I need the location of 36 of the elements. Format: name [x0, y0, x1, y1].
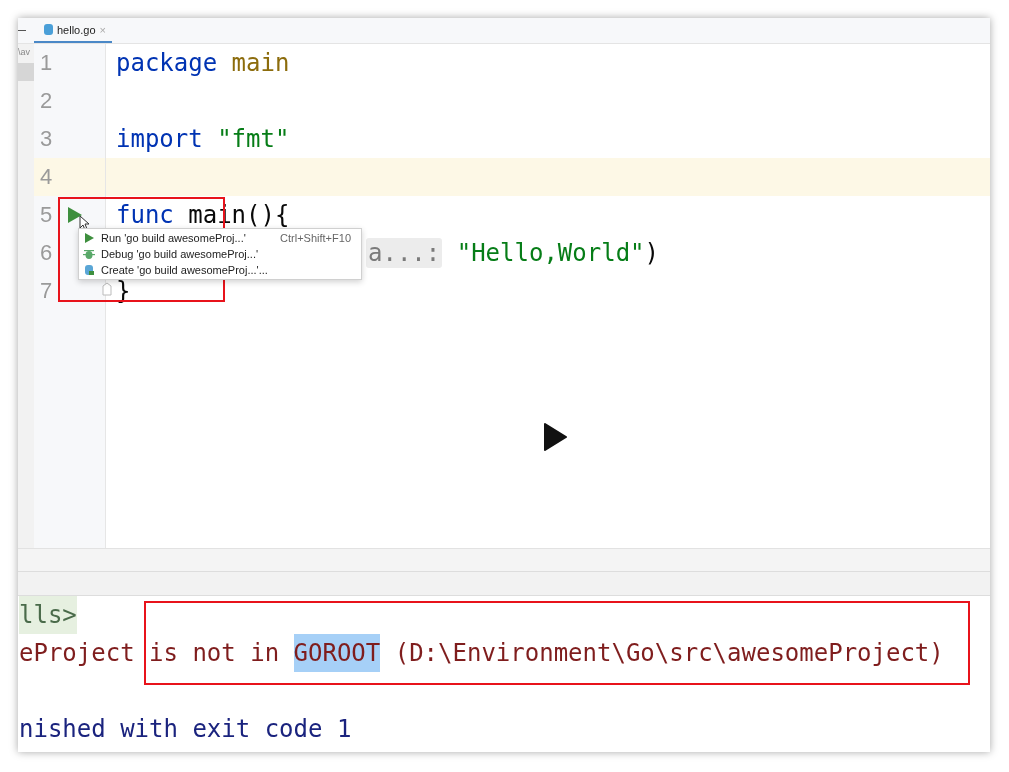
selected-text: GOROOT	[293, 634, 381, 672]
code-token: func	[116, 200, 174, 231]
code-token: main	[230, 48, 290, 79]
console-text: nished with exit code 1	[19, 714, 352, 745]
code-token: )	[644, 238, 659, 269]
line-number: 6	[39, 239, 54, 267]
parameter-hint: a...:	[366, 238, 443, 268]
menu-item[interactable]: Create 'go build awesomeProj...'...	[79, 262, 361, 278]
menu-item[interactable]: Debug 'go build awesomeProj...'	[79, 246, 361, 262]
run-icon	[83, 232, 95, 244]
code-token: "Hello,World"	[455, 238, 645, 269]
line-number: 3	[39, 125, 54, 153]
bug-icon	[83, 248, 95, 260]
tab-title: hello.go	[57, 23, 96, 36]
code-token: "fmt"	[216, 124, 290, 155]
run-gutter-icon[interactable]	[68, 207, 82, 223]
minimize-icon[interactable]	[18, 30, 26, 31]
console-text: eProject	[19, 638, 136, 669]
panel-row-highlight	[18, 63, 34, 81]
line-number: 5	[39, 201, 54, 229]
line-number: 4	[39, 163, 54, 191]
line-number: 1	[39, 49, 54, 77]
fold-icon[interactable]	[102, 282, 112, 296]
console-text: (D:\Environment\Go\src\awesomeProject)	[393, 638, 944, 669]
console-text: is not in	[149, 638, 281, 669]
side-panel-text: \av	[18, 47, 31, 57]
go-file-icon	[44, 24, 53, 35]
console-text: lls>	[19, 596, 77, 634]
play-icon[interactable]	[543, 423, 567, 451]
code-token: import	[116, 124, 203, 155]
line-number: 2	[39, 87, 54, 115]
code-token: package	[116, 48, 218, 79]
menu-item[interactable]: Run 'go build awesomeProj...' Ctrl+Shift+F10	[79, 230, 361, 246]
gopher-icon	[83, 264, 95, 276]
line-number: 7	[39, 277, 54, 305]
horizontal-scrollbar[interactable]	[18, 548, 990, 571]
